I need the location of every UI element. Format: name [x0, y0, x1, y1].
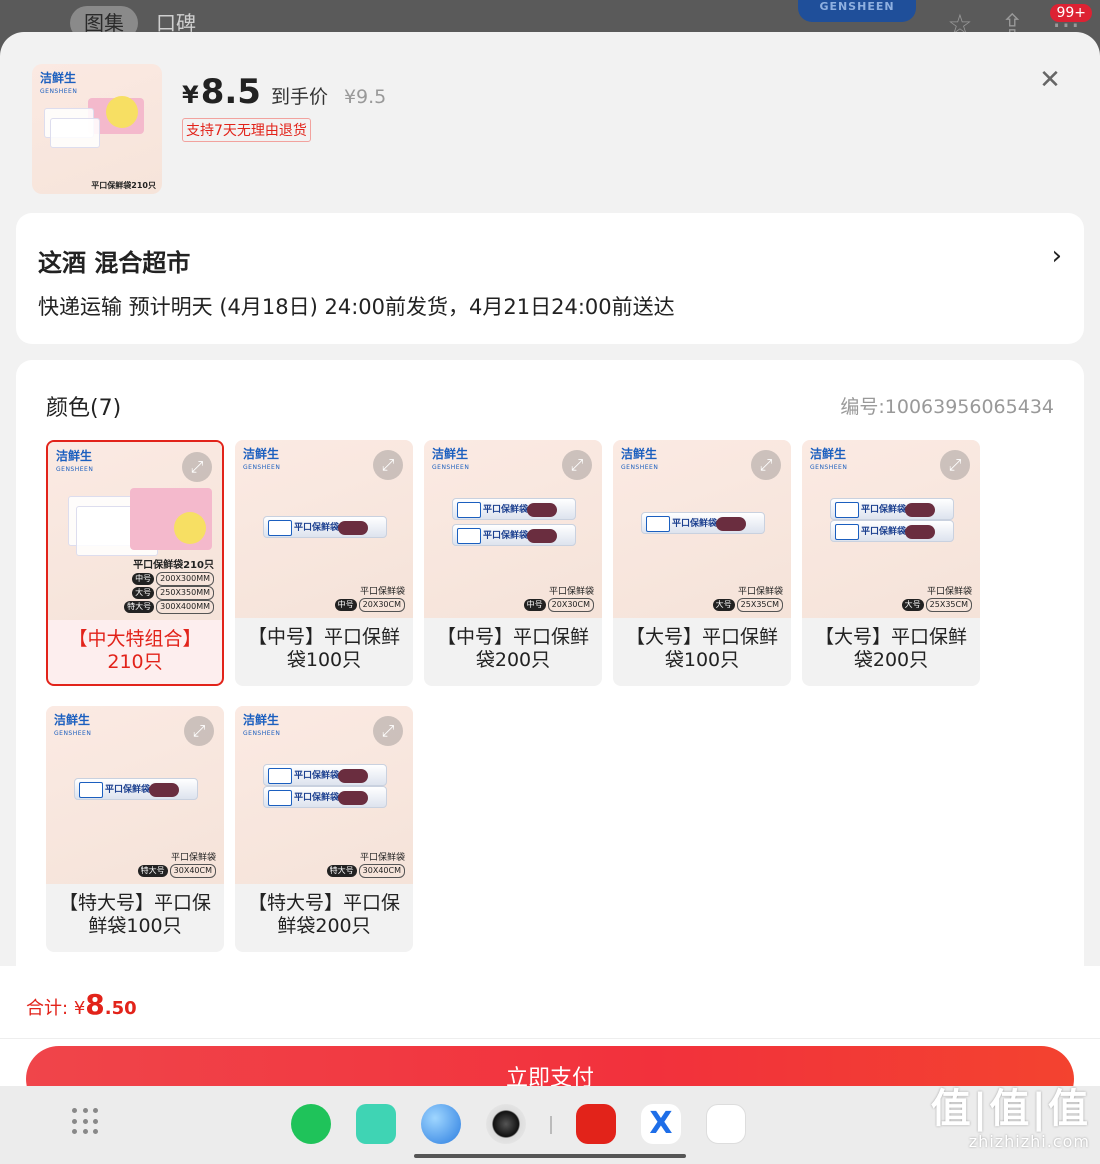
- store-name: 这酒 混合超市: [38, 249, 191, 277]
- expand-icon[interactable]: ⤢: [562, 450, 592, 480]
- option-label: 【大号】平口保鲜袋200只: [814, 626, 967, 671]
- option-label: 【大号】平口保鲜袋100只: [625, 626, 778, 671]
- camera-icon[interactable]: [486, 1104, 526, 1144]
- wechat-app-icon[interactable]: [706, 1104, 746, 1144]
- jd-app-icon[interactable]: [576, 1104, 616, 1144]
- x-app-icon[interactable]: X: [641, 1104, 681, 1144]
- total-decimal: .50: [104, 998, 137, 1019]
- option-image: 洁鲜生 GENSHEEN ⤢ 平口保鲜袋 平口保鲜袋 平口保鲜袋 大号 25X35CM: [802, 440, 980, 618]
- close-icon[interactable]: ✕: [1038, 67, 1062, 93]
- expand-icon[interactable]: ⤢: [182, 452, 212, 482]
- option-label: 【中号】平口保鲜袋200只: [436, 626, 589, 671]
- product-code: 编号:10063956065434: [840, 396, 1054, 418]
- browser-icon[interactable]: [421, 1104, 461, 1144]
- expand-icon[interactable]: ⤢: [184, 716, 214, 746]
- home-indicator[interactable]: [414, 1154, 686, 1158]
- brand-logo: 洁鲜生 GENSHEEN: [432, 447, 470, 471]
- brand-logo: 洁鲜生 GENSHEEN: [621, 447, 659, 471]
- option-label: 【特大号】平口保鲜袋200只: [247, 892, 400, 937]
- option-card[interactable]: 洁鲜生 GENSHEEN ⤢ 平口保鲜袋 平口保鲜袋 中号 20X30CM 【中号】平…: [235, 440, 413, 686]
- brand-logo: 洁鲜生 GENSHEEN: [40, 71, 78, 95]
- option-card[interactable]: 洁鲜生 GENSHEEN ⤢ 平口保鲜袋 平口保鲜袋 平口保鲜袋 中号 20X30CM…: [424, 440, 602, 686]
- option-image: 洁鲜生 GENSHEEN ⤢ 平口保鲜袋 平口保鲜袋 特大号 30X40CM: [46, 706, 224, 884]
- brand-logo: 洁鲜生 GENSHEEN: [243, 447, 281, 471]
- spec-label: 颜色(7): [46, 396, 122, 421]
- app-drawer-icon[interactable]: [72, 1108, 100, 1136]
- checkout-bar: 合计: ¥ 8 .50 立即支付: [0, 966, 1100, 1086]
- total-currency: ¥: [73, 998, 86, 1019]
- site-watermark: 值|值|值 zhizhizhi.com: [930, 1086, 1090, 1151]
- expand-icon[interactable]: ⤢: [751, 450, 781, 480]
- expand-icon[interactable]: ⤢: [373, 450, 403, 480]
- total-label: 合计:: [26, 998, 69, 1019]
- brand-logo: 洁鲜生 GENSHEEN: [54, 713, 92, 737]
- option-label: 【中大特组合】210只: [68, 628, 202, 673]
- system-dock: X 值|值|值 zhizhizhi.com: [0, 1086, 1100, 1164]
- final-price-label: 到手价: [270, 86, 328, 108]
- return-policy-badge: 支持7天无理由退货: [182, 118, 311, 142]
- background-logo: GENSHEEN: [798, 0, 916, 22]
- product-header: 洁鲜生 GENSHEEN 平口保鲜袋210只 ¥ 8.5 到手价 ¥9.5 支持7…: [0, 32, 1100, 212]
- option-card[interactable]: 洁鲜生 GENSHEEN ⤢ 平口保鲜袋210只 中号 200X300MM 大号 25…: [46, 440, 224, 686]
- original-price: ¥9.5: [343, 86, 387, 108]
- brand-logo: 洁鲜生 GENSHEEN: [243, 713, 281, 737]
- phone-icon[interactable]: [291, 1104, 331, 1144]
- option-label: 【中号】平口保鲜袋100只: [247, 626, 400, 671]
- option-card[interactable]: 洁鲜生 GENSHEEN ⤢ 平口保鲜袋 平口保鲜袋 大号 25X35CM 【大号】平…: [613, 440, 791, 686]
- chevron-right-icon: ›: [1051, 241, 1062, 271]
- brand-logo: 洁鲜生 GENSHEEN: [810, 447, 848, 471]
- pay-now-button[interactable]: 立即支付: [26, 1046, 1074, 1086]
- shipping-card[interactable]: 这酒 混合超市 › 快递运输 预计明天 (4月18日) 24:00前发货，4月2…: [16, 213, 1084, 344]
- expand-icon[interactable]: ⤢: [940, 450, 970, 480]
- brand-logo: 洁鲜生 GENSHEEN: [56, 449, 94, 473]
- option-image: 洁鲜生 GENSHEEN ⤢ 平口保鲜袋 平口保鲜袋 平口保鲜袋 中号 20X30CM: [424, 440, 602, 618]
- option-image: 洁鲜生 GENSHEEN ⤢ 平口保鲜袋 平口保鲜袋 中号 20X30CM: [235, 440, 413, 618]
- price-line: ¥ 8.5 到手价 ¥9.5: [182, 72, 386, 112]
- option-card[interactable]: 洁鲜生 GENSHEEN ⤢ 平口保鲜袋 平口保鲜袋 平口保鲜袋 大号 25X35CM…: [802, 440, 980, 686]
- combo-spec: 平口保鲜袋210只 中号 200X300MM 大号 250X350MM 特大号 300…: [124, 560, 214, 614]
- currency-symbol: ¥: [182, 81, 199, 109]
- option-image: 洁鲜生 GENSHEEN ⤢ 平口保鲜袋 平口保鲜袋 大号 25X35CM: [613, 440, 791, 618]
- option-image: 洁鲜生 GENSHEEN ⤢ 平口保鲜袋 平口保鲜袋 平口保鲜袋 特大号 30X40C…: [235, 706, 413, 884]
- final-price: 8.5: [200, 72, 261, 112]
- notification-badge: 99+: [1050, 4, 1092, 22]
- option-label: 【特大号】平口保鲜袋100只: [58, 892, 211, 937]
- divider: [0, 1038, 1100, 1039]
- option-image: 洁鲜生 GENSHEEN ⤢ 平口保鲜袋210只 中号 200X300MM 大号 25…: [48, 442, 222, 620]
- spec-sheet: 洁鲜生 GENSHEEN 平口保鲜袋210只 ¥ 8.5 到手价 ¥9.5 支持7…: [0, 32, 1100, 1086]
- product-thumbnail[interactable]: 洁鲜生 GENSHEEN 平口保鲜袋210只: [32, 64, 162, 194]
- messages-icon[interactable]: [356, 1104, 396, 1144]
- option-card[interactable]: 洁鲜生 GENSHEEN ⤢ 平口保鲜袋 平口保鲜袋 特大号 30X40CM 【特大号…: [46, 706, 224, 952]
- total-amount: 合计: ¥ 8 .50: [26, 988, 137, 1021]
- shipping-info: 快递运输 预计明天 (4月18日) 24:00前发货，4月21日24:00前送达: [38, 295, 675, 319]
- expand-icon[interactable]: ⤢: [373, 716, 403, 746]
- option-card[interactable]: 洁鲜生 GENSHEEN ⤢ 平口保鲜袋 平口保鲜袋 平口保鲜袋 特大号 30X40C…: [235, 706, 413, 952]
- total-integer: 8: [85, 988, 105, 1021]
- dock-separator: [550, 1116, 552, 1134]
